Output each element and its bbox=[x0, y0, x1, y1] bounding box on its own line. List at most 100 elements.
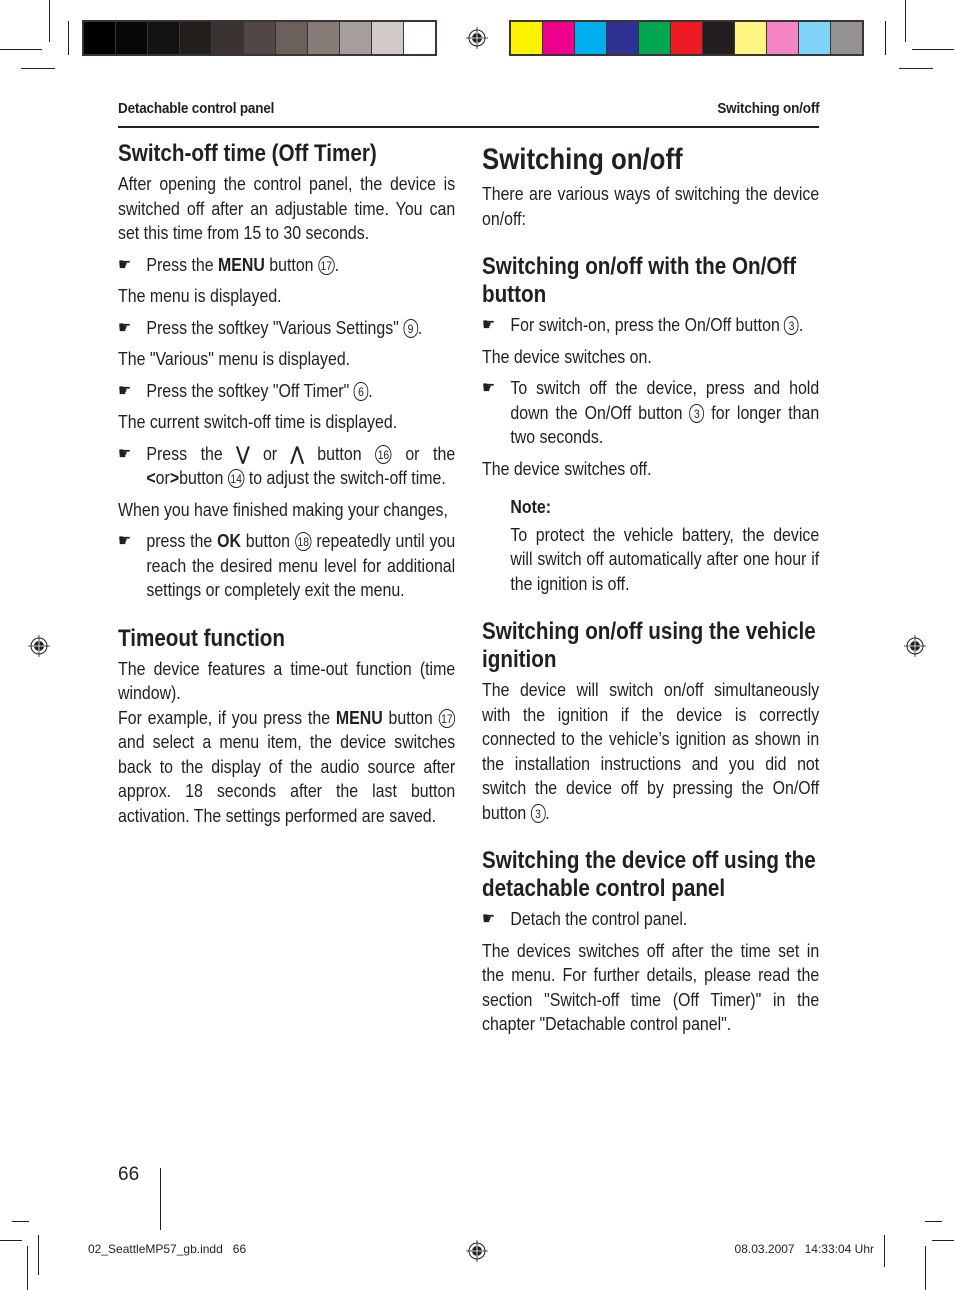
down-arrow-icon: ⋁ bbox=[236, 442, 250, 464]
crop-mark bbox=[49, 0, 50, 42]
registration-mark-icon bbox=[904, 635, 926, 657]
color-swatch bbox=[767, 22, 798, 54]
callout-number: 14 bbox=[227, 469, 245, 488]
color-swatch bbox=[276, 22, 307, 54]
paragraph: The devices switches off after the time … bbox=[482, 939, 820, 1035]
note-text: To protect the vehicle battery, the devi… bbox=[510, 523, 820, 594]
paragraph: After opening the control panel, the dev… bbox=[118, 173, 456, 243]
result-text: The "Various" menu is displayed. bbox=[118, 348, 351, 369]
running-header-left: Detachable control panel bbox=[118, 100, 275, 117]
color-swatch bbox=[308, 22, 339, 54]
crop-mark bbox=[38, 1235, 39, 1275]
color-swatch bbox=[212, 22, 243, 54]
pointing-hand-icon: ☛ bbox=[118, 254, 132, 274]
crop-mark bbox=[21, 68, 55, 69]
color-swatch bbox=[575, 22, 606, 54]
callout-number: 16 bbox=[375, 444, 392, 464]
right-column: Switching on/off There are various ways … bbox=[482, 140, 820, 1037]
paragraph: The device will switch on/off simultaneo… bbox=[482, 679, 820, 823]
callout-number: 3 bbox=[784, 316, 799, 335]
instruction-step: ☛ Press the ⋁ or ⋀ button 16 or the <or>… bbox=[118, 442, 456, 488]
section-heading-ignition: Switching on/off using the vehicle ignit… bbox=[482, 618, 816, 673]
left-column: Switch-off time (Off Timer) After openin… bbox=[118, 140, 456, 828]
left-arrow-icon: < bbox=[146, 467, 156, 488]
instruction-step: ☛ Detach the control panel. bbox=[482, 907, 819, 932]
pointing-hand-icon: ☛ bbox=[482, 315, 496, 334]
crop-mark bbox=[932, 1240, 954, 1241]
print-slug-timestamp: 08.03.2007 14:33:04 Uhr bbox=[734, 1242, 874, 1256]
crop-mark bbox=[884, 1235, 885, 1267]
pointing-hand-icon: ☛ bbox=[118, 531, 132, 550]
color-swatch bbox=[543, 22, 574, 54]
registration-mark-icon bbox=[28, 635, 50, 657]
crop-mark bbox=[905, 0, 906, 42]
result-text: The menu is displayed. bbox=[118, 285, 282, 306]
print-slug-filename: 02_SeattleMP57_gb.indd 66 bbox=[88, 1242, 247, 1256]
callout-number: 17 bbox=[317, 255, 335, 275]
result-text: The current switch-off time is displayed… bbox=[118, 411, 398, 432]
instruction-step: ☛ Press the softkey "Various Settings" 9… bbox=[118, 316, 455, 341]
section-heading-detach: Switching the device off using the detac… bbox=[482, 847, 816, 902]
instruction-step: ☛ For switch-on, press the On/Off button… bbox=[482, 313, 819, 338]
color-swatch bbox=[340, 22, 371, 54]
button-label: MENU bbox=[218, 253, 265, 275]
running-header-right: Switching on/off bbox=[716, 100, 819, 117]
page-number: 66 bbox=[118, 1164, 140, 1185]
paragraph: There are various ways of switching the … bbox=[482, 183, 820, 229]
color-swatch bbox=[511, 22, 542, 54]
callout-number: 9 bbox=[403, 318, 418, 338]
note-label: Note: bbox=[510, 496, 552, 517]
page-title: Switching on/off bbox=[482, 143, 683, 176]
button-label: MENU bbox=[335, 706, 383, 728]
header-rule bbox=[118, 126, 819, 128]
result-text: The device switches on. bbox=[482, 345, 652, 367]
button-label: OK bbox=[217, 530, 241, 551]
color-swatch bbox=[372, 22, 403, 54]
color-swatch bbox=[404, 22, 435, 54]
color-swatch bbox=[799, 22, 830, 54]
color-calibration-bar bbox=[509, 20, 864, 56]
instruction-step: ☛ To switch off the device, press and ho… bbox=[482, 377, 820, 447]
color-swatch bbox=[244, 22, 275, 54]
color-swatch bbox=[831, 22, 862, 54]
pointing-hand-icon: ☛ bbox=[482, 378, 496, 397]
crop-mark bbox=[68, 21, 69, 55]
paragraph: The device features a time-out function … bbox=[118, 657, 456, 704]
instruction-step: ☛ Press the softkey "Off Timer" 6. bbox=[118, 379, 455, 404]
color-swatch bbox=[84, 22, 115, 54]
instruction-step: ☛ Press the MENU button 17. bbox=[118, 253, 455, 278]
paragraph: For example, if you press the MENU butto… bbox=[118, 706, 456, 826]
crop-mark bbox=[885, 21, 886, 55]
crop-mark bbox=[12, 1221, 29, 1222]
section-heading-off-timer: Switch-off time (Off Timer) bbox=[118, 140, 377, 167]
crop-mark bbox=[925, 1221, 942, 1222]
callout-number: 18 bbox=[294, 532, 312, 551]
pointing-hand-icon: ☛ bbox=[118, 317, 132, 337]
callout-number: 3 bbox=[530, 803, 546, 823]
pointing-hand-icon: ☛ bbox=[118, 443, 132, 463]
callout-number: 6 bbox=[353, 381, 369, 401]
crop-mark bbox=[160, 1168, 161, 1230]
right-arrow-icon: > bbox=[169, 467, 180, 488]
crop-mark bbox=[0, 1240, 22, 1241]
callout-number: 3 bbox=[689, 403, 705, 423]
pointing-hand-icon: ☛ bbox=[482, 909, 496, 928]
pointing-hand-icon: ☛ bbox=[118, 380, 132, 400]
section-heading-onoff-button: Switching on/off with the On/Off button bbox=[482, 253, 797, 308]
crop-mark bbox=[925, 1246, 926, 1290]
color-swatch bbox=[735, 22, 766, 54]
crop-mark bbox=[912, 49, 954, 50]
section-heading-timeout: Timeout function bbox=[118, 624, 286, 652]
up-arrow-icon: ⋀ bbox=[290, 442, 304, 464]
registration-mark-icon bbox=[466, 27, 488, 49]
color-swatch bbox=[148, 22, 179, 54]
callout-number: 17 bbox=[438, 708, 456, 728]
color-swatch bbox=[703, 22, 734, 54]
registration-mark-icon bbox=[466, 1240, 488, 1262]
instruction-step: ☛ press the OK button 18 repeatedly unti… bbox=[118, 530, 456, 600]
result-text: The device switches off. bbox=[482, 457, 652, 479]
crop-mark bbox=[899, 68, 933, 69]
color-swatch bbox=[607, 22, 638, 54]
paragraph: When you have finished making your chang… bbox=[118, 498, 448, 520]
note-box: Note: To protect the vehicle battery, th… bbox=[482, 495, 819, 596]
